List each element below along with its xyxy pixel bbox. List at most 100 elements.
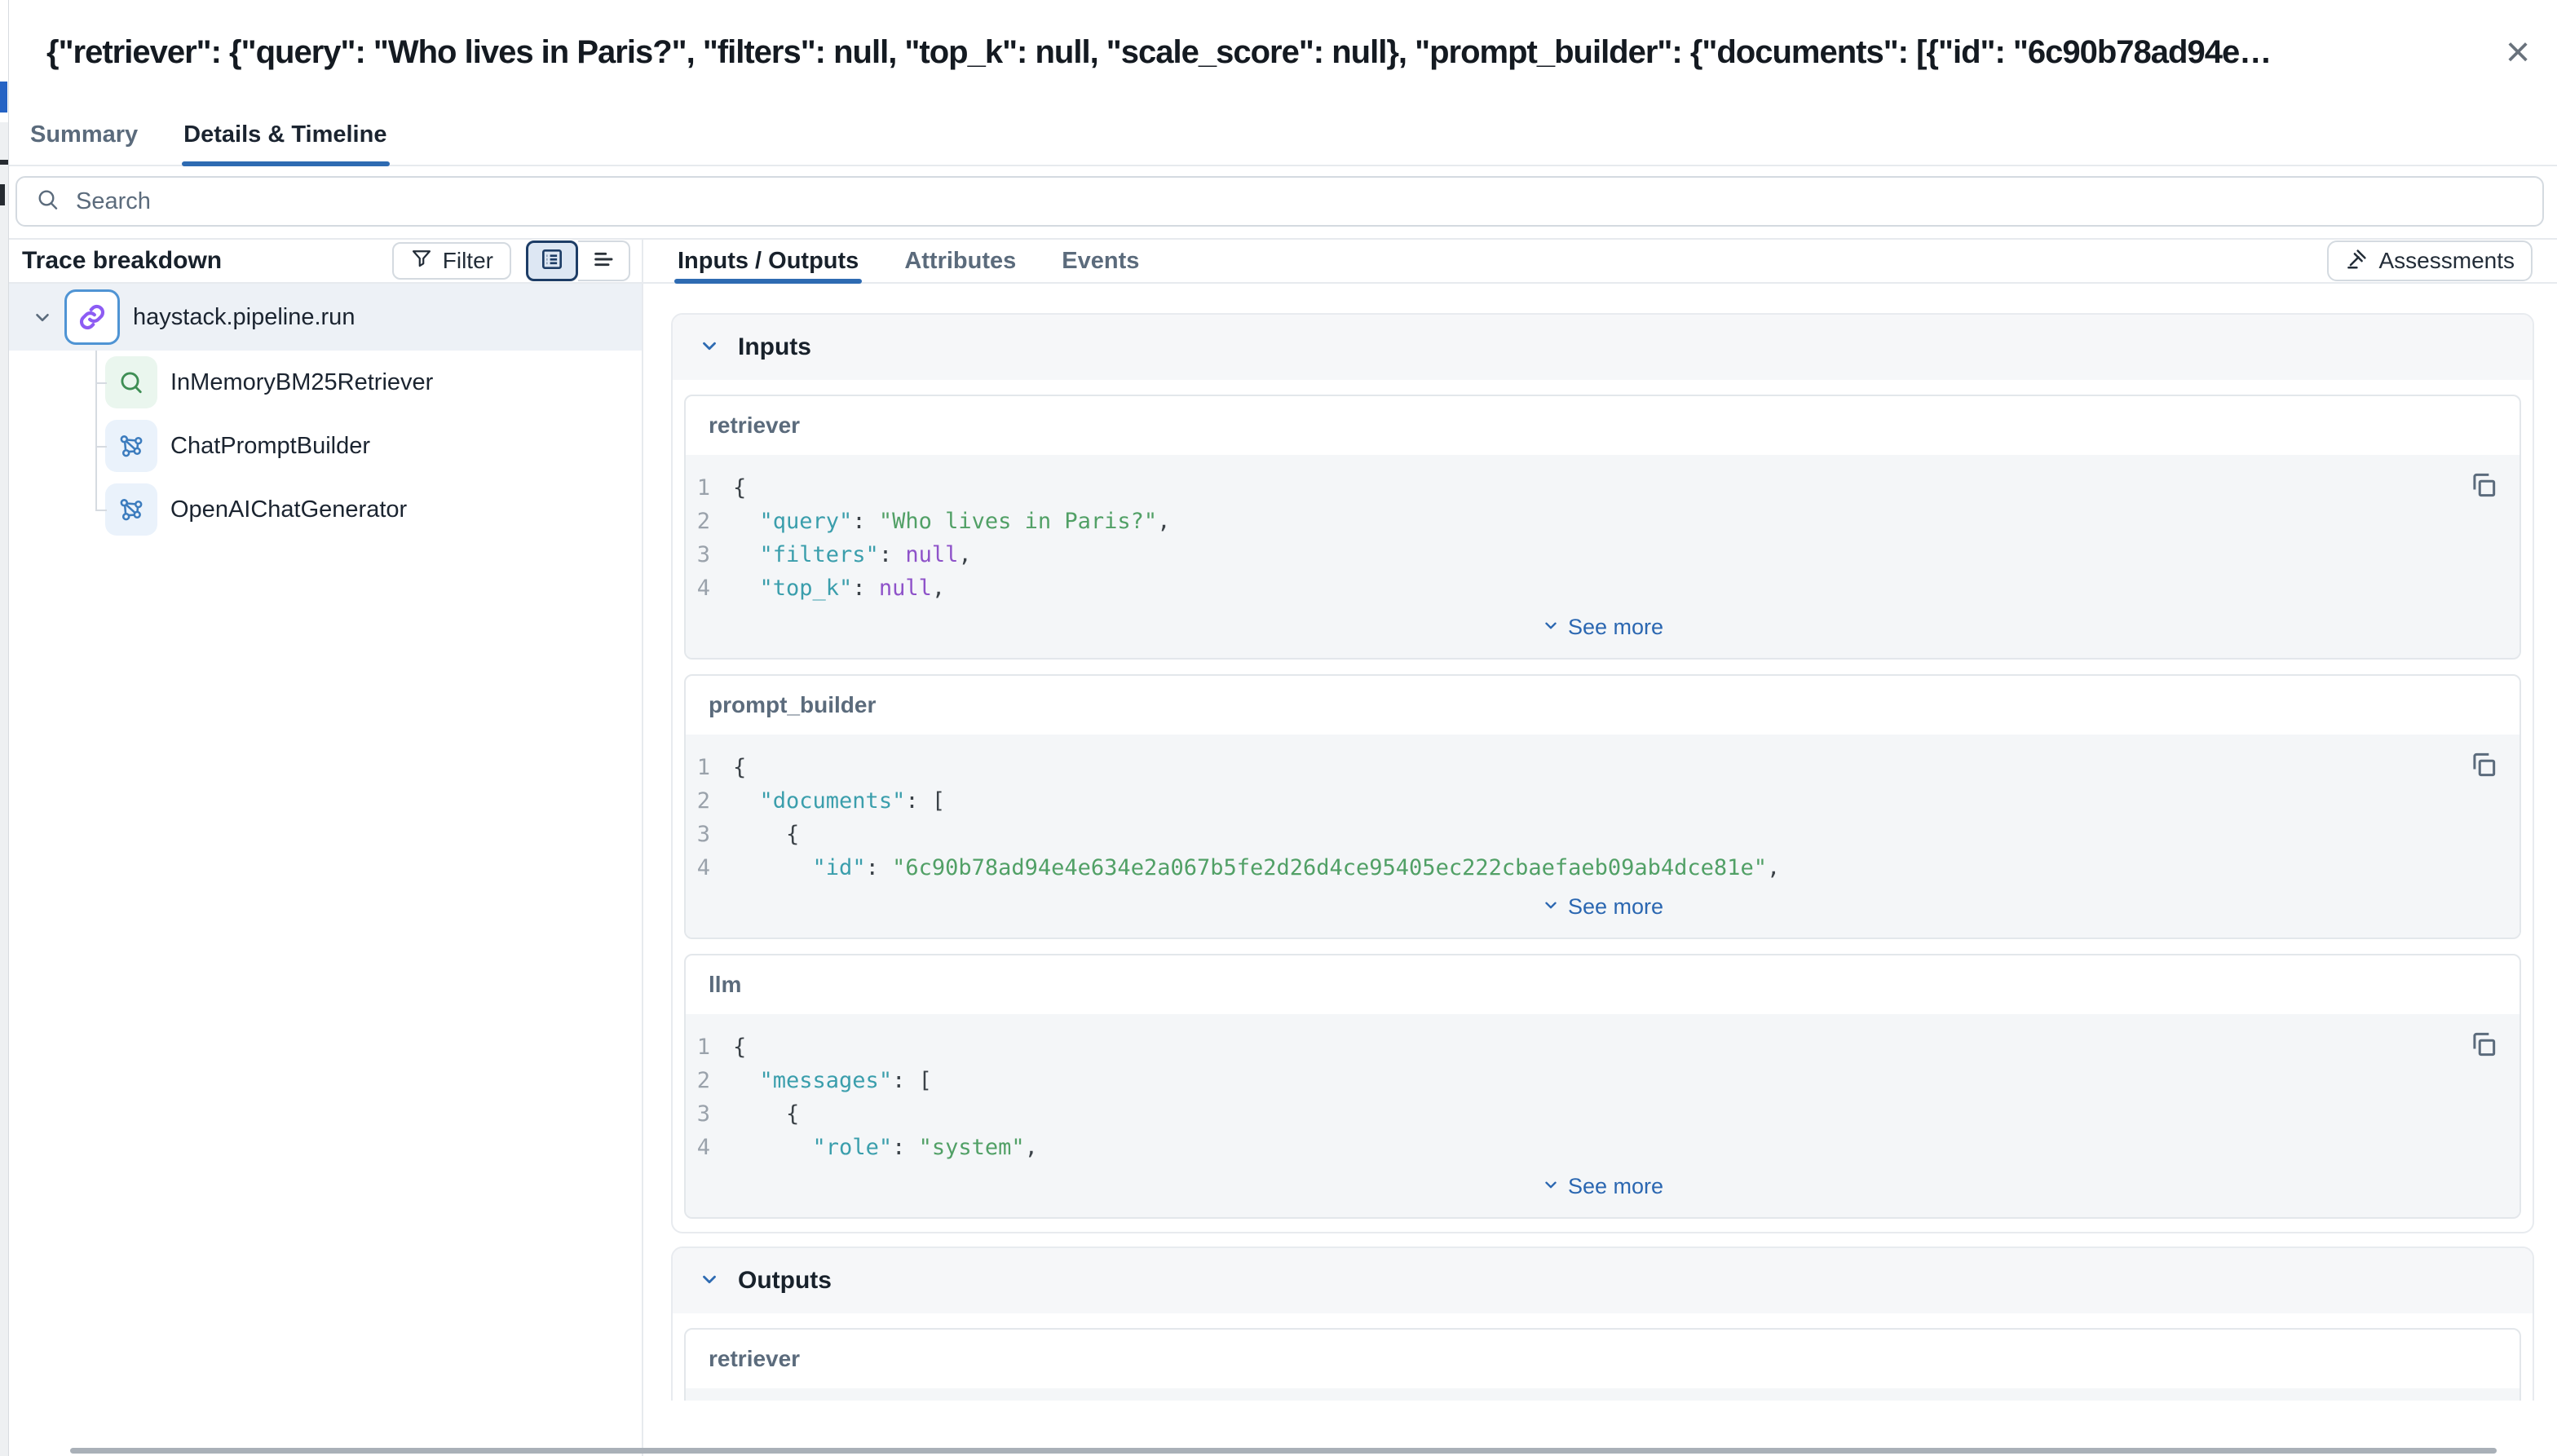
section-body: retriever1{2 "query": "Who lives in Pari… [673, 380, 2533, 1232]
card-retriever: retriever1{ [684, 1328, 2521, 1401]
tree-connector [95, 446, 107, 448]
see-more-link[interactable]: See more [686, 885, 2519, 931]
detail-scroll-area[interactable]: Inputsretriever1{2 "query": "Who lives i… [643, 284, 2557, 1401]
see-more-label: See more [1568, 1174, 1663, 1199]
assessments-button-label: Assessments [2379, 248, 2515, 274]
card-llm: llm1{2 "messages": [3 {4 "role": "system… [684, 954, 2521, 1219]
waterfall-view-button[interactable] [578, 240, 630, 281]
card-label: retriever [686, 396, 2519, 455]
see-more-label: See more [1568, 894, 1663, 920]
close-icon[interactable]: × [2495, 29, 2541, 75]
code-line: 4 "role": "system", [686, 1131, 2519, 1164]
code-line: 2 "query": "Who lives in Paris?", [686, 505, 2519, 538]
code-line: 1{ [686, 471, 2519, 505]
see-more-label: See more [1568, 615, 1663, 640]
filter-button[interactable]: Filter [392, 242, 511, 280]
json-code-block: 1{ [686, 1388, 2519, 1401]
search-row [9, 166, 2557, 240]
chevron-down-icon[interactable] [30, 307, 55, 328]
span-detail-panel: Inputs / Outputs Attributes Events Asses… [643, 240, 2557, 1456]
tree-connector [95, 510, 107, 511]
search-input[interactable] [76, 188, 2542, 215]
see-more-link[interactable]: See more [686, 605, 2519, 651]
view-toggle-group [526, 240, 630, 281]
line-number: 3 [686, 538, 733, 571]
tab-summary[interactable]: Summary [30, 104, 138, 165]
section-header-outputs[interactable]: Outputs [673, 1248, 2533, 1313]
card-retriever: retriever1{2 "query": "Who lives in Pari… [684, 395, 2521, 660]
gavel-icon [2345, 246, 2369, 276]
tab-inputs-outputs[interactable]: Inputs / Outputs [678, 240, 859, 282]
filter-button-label: Filter [443, 248, 493, 274]
json-code-block: 1{2 "documents": [3 {4 "id": "6c90b78ad9… [686, 735, 2519, 938]
code-line: 3 "filters": null, [686, 538, 2519, 571]
tab-attributes[interactable]: Attributes [904, 240, 1016, 282]
line-number: 2 [686, 784, 733, 818]
section-outputs: Outputs retriever1{ [671, 1246, 2534, 1401]
trace-breakdown-panel: Trace breakdown Filter [9, 240, 643, 1456]
link-icon [64, 289, 120, 345]
section-body: retriever1{ [673, 1313, 2533, 1401]
content-split: Trace breakdown Filter [9, 240, 2557, 1456]
search-icon [35, 187, 61, 217]
code-line: 3 { [686, 1097, 2519, 1131]
chevron-down-icon [1542, 894, 1560, 920]
underlying-page-bg [0, 122, 8, 1456]
funnel-icon [410, 247, 433, 276]
trace-tree: haystack.pipeline.run InMemoryBM25Retriev… [9, 284, 642, 1456]
line-number: 2 [686, 1064, 733, 1097]
underlying-text-fragment [0, 184, 5, 205]
tab-details-timeline[interactable]: Details & Timeline [183, 104, 386, 165]
tree-item-label: OpenAIChatGenerator [170, 496, 407, 523]
code-line: 2 "messages": [ [686, 1064, 2519, 1097]
list-details-icon [539, 246, 565, 276]
line-number: 4 [686, 851, 733, 885]
chevron-down-icon [1542, 615, 1560, 640]
section-title: Outputs [738, 1267, 832, 1295]
retriever-search-icon [105, 356, 157, 408]
chevron-down-icon [699, 1268, 720, 1294]
tree-item-label: haystack.pipeline.run [133, 304, 355, 331]
line-number: 1 [686, 751, 733, 784]
tree-item-label: ChatPromptBuilder [170, 433, 370, 460]
code-line: 2 "documents": [ [686, 784, 2519, 818]
section-title: Inputs [738, 333, 811, 361]
copy-icon[interactable] [2467, 1029, 2500, 1061]
see-more-link[interactable]: See more [686, 1164, 2519, 1211]
list-details-view-button[interactable] [526, 240, 578, 281]
underlying-text-fragment [0, 160, 8, 165]
tree-item-haystack-pipeline-run[interactable]: haystack.pipeline.run [9, 284, 642, 351]
tree-item-label: InMemoryBM25Retriever [170, 369, 433, 396]
card-label: retriever [686, 1330, 2519, 1388]
code-line: 1{ [686, 1030, 2519, 1064]
json-code-block: 1{2 "messages": [3 {4 "role": "system", S… [686, 1014, 2519, 1217]
chevron-down-icon [1542, 1174, 1560, 1199]
tree-connector [95, 382, 107, 384]
line-number: 1 [686, 471, 733, 505]
section-inputs: Inputsretriever1{2 "query": "Who lives i… [671, 313, 2534, 1233]
tab-events[interactable]: Events [1062, 240, 1139, 282]
drawer-title: {"retriever": {"query": "Who lives in Pa… [46, 34, 2489, 71]
line-number: 4 [686, 1131, 733, 1164]
copy-icon[interactable] [2467, 470, 2500, 502]
trace-panel-title: Trace breakdown [22, 247, 392, 275]
code-line: 4 "id": "6c90b78ad94e4e634e2a067b5fe2d26… [686, 851, 2519, 885]
assessments-button[interactable]: Assessments [2327, 240, 2533, 281]
line-number: 2 [686, 505, 733, 538]
copy-icon[interactable] [2467, 749, 2500, 782]
section-header-inputs[interactable]: Inputs [673, 315, 2533, 380]
chevron-down-icon [699, 335, 720, 360]
code-line: 1{ [686, 751, 2519, 784]
line-number: 1 [686, 1030, 733, 1064]
underlying-link-fragment [0, 82, 7, 113]
graph-icon [105, 420, 157, 472]
waterfall-icon [590, 246, 616, 276]
card-label: prompt_builder [686, 676, 2519, 735]
json-code-block: 1{2 "query": "Who lives in Paris?",3 "fi… [686, 455, 2519, 658]
trace-panel-header: Trace breakdown Filter [9, 240, 642, 284]
tree-connector [95, 351, 97, 510]
horizontal-scrollbar-thumb[interactable] [70, 1448, 2497, 1454]
detail-tab-bar: Inputs / Outputs Attributes Events Asses… [643, 240, 2557, 284]
drawer-titlebar: {"retriever": {"query": "Who lives in Pa… [9, 0, 2557, 104]
search-box [15, 176, 2544, 227]
